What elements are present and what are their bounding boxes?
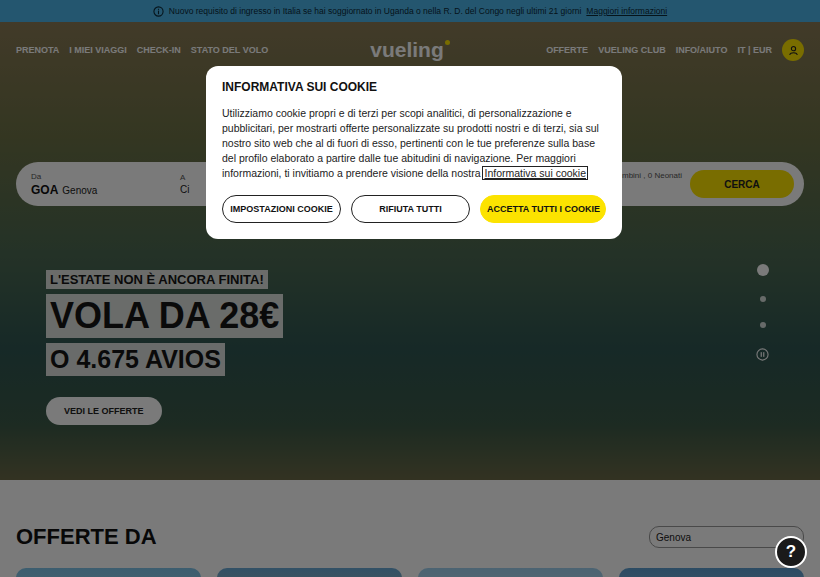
cookie-button[interactable]: RIFIUTA TUTTI: [351, 195, 470, 223]
help-button[interactable]: ?: [775, 536, 807, 568]
dialog-title: INFORMATIVA SUI COOKIE: [222, 80, 606, 94]
cookie-policy-link[interactable]: Informativa sui cookie: [483, 167, 587, 179]
cookie-button[interactable]: ACCETTA TUTTI I COOKIE: [480, 195, 606, 223]
vueling-home-page: Nuovo requisito di ingresso in Italia se…: [0, 0, 820, 577]
cookie-button[interactable]: IMPOSTAZIONI COOKIE: [222, 195, 341, 223]
cookie-dialog: INFORMATIVA SUI COOKIE Utilizziamo cookie…: [206, 66, 622, 239]
dialog-buttons: IMPOSTAZIONI COOKIE RIFIUTA TUTTI ACCETTA …: [222, 195, 606, 223]
dialog-body: Utilizziamo cookie propri e di terzi per…: [222, 106, 606, 181]
